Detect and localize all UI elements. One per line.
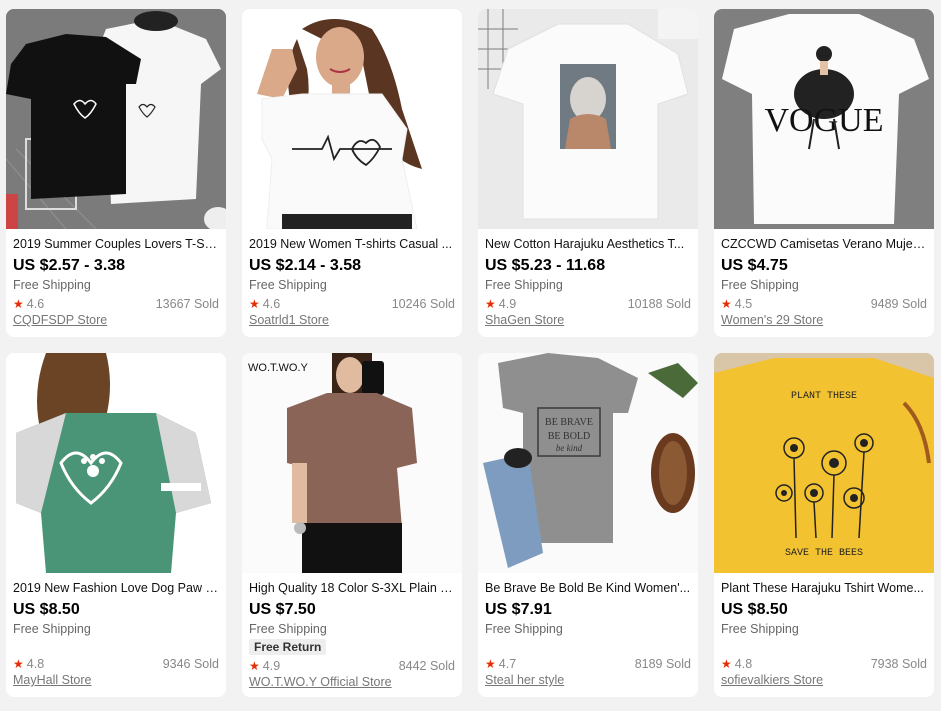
sold-count: 7938 Sold: [870, 657, 927, 671]
rating: ★ 4.8: [721, 657, 752, 671]
rating: ★ 4.9: [485, 297, 516, 311]
print-line-2: BE BOLD: [548, 431, 591, 442]
product-meta: ★ 4.9 8442 Sold: [249, 659, 455, 673]
rating: ★ 4.9: [249, 659, 280, 673]
product-meta: ★ 4.5 9489 Sold: [721, 297, 927, 311]
star-icon: ★: [13, 297, 24, 311]
rating: ★ 4.6: [249, 297, 280, 311]
product-price: US $5.23 - 11.68: [485, 257, 606, 274]
store-link[interactable]: ShaGen Store: [485, 313, 564, 327]
product-title[interactable]: 2019 Summer Couples Lovers T-Sh...: [13, 236, 219, 252]
product-meta: ★ 4.6 10246 Sold: [249, 297, 455, 311]
shipping-label: Free Shipping: [249, 622, 327, 636]
product-price: US $4.75: [721, 257, 788, 274]
product-image[interactable]: WO.T.WO.Y: [242, 353, 462, 573]
product-title[interactable]: High Quality 18 Color S-3XL Plain T...: [249, 580, 455, 596]
store-link[interactable]: Soatrld1 Store: [249, 313, 329, 327]
product-image[interactable]: PLANT THESE SAVE THE BEES: [714, 353, 934, 573]
rating-value: 4.9: [262, 659, 281, 673]
rating-value: 4.5: [734, 297, 753, 311]
rating-value: 4.8: [26, 657, 45, 671]
rating-value: 4.7: [498, 657, 517, 671]
star-icon: ★: [721, 297, 732, 311]
product-price: US $8.50: [13, 601, 80, 618]
vogue-text: VOGUE: [765, 102, 884, 139]
product-meta: ★ 4.6 13667 Sold: [13, 297, 219, 311]
product-grid: 2019 Summer Couples Lovers T-Sh... US $2…: [6, 9, 934, 697]
rating-value: 4.9: [498, 297, 517, 311]
product-card[interactable]: 2019 New Fashion Love Dog Paw P... US $8…: [6, 353, 226, 697]
product-title[interactable]: New Cotton Harajuku Aesthetics T...: [485, 236, 691, 252]
product-card[interactable]: PLANT THESE SAVE THE BEES Plant These Ha…: [714, 353, 934, 697]
product-meta: ★ 4.8 9346 Sold: [13, 657, 219, 671]
star-icon: ★: [721, 657, 732, 671]
product-image[interactable]: [242, 9, 462, 229]
shipping-label: Free Shipping: [13, 278, 91, 292]
sold-count: 9346 Sold: [162, 657, 219, 671]
print-top-text: PLANT THESE: [791, 391, 857, 402]
product-card[interactable]: 2019 Summer Couples Lovers T-Sh... US $2…: [6, 9, 226, 337]
print-line-3: be kind: [556, 443, 583, 453]
product-card[interactable]: New Cotton Harajuku Aesthetics T... US $…: [478, 9, 698, 337]
product-meta: ★ 4.8 7938 Sold: [721, 657, 927, 671]
store-link[interactable]: sofievalkiers Store: [721, 673, 823, 687]
store-link[interactable]: WO.T.WO.Y Official Store: [249, 675, 392, 689]
rating-value: 4.6: [262, 297, 281, 311]
product-image[interactable]: [6, 353, 226, 573]
product-card[interactable]: WO.T.WO.Y High Quality 18 Color S-3XL Pl…: [242, 353, 462, 697]
product-title[interactable]: Be Brave Be Bold Be Kind Women'...: [485, 580, 691, 596]
store-link[interactable]: Women's 29 Store: [721, 313, 823, 327]
product-card[interactable]: 2019 New Women T-shirts Casual ... US $2…: [242, 9, 462, 337]
rating: ★ 4.5: [721, 297, 752, 311]
product-meta: ★ 4.9 10188 Sold: [485, 297, 691, 311]
product-title[interactable]: CZCCWD Camisetas Verano Mujer ...: [721, 236, 927, 252]
shipping-label: Free Shipping: [485, 622, 563, 636]
brand-watermark: WO.T.WO.Y: [248, 362, 309, 374]
product-image[interactable]: [6, 9, 226, 229]
rating-value: 4.8: [734, 657, 753, 671]
store-link[interactable]: Steal her style: [485, 673, 564, 687]
shipping-label: Free Shipping: [249, 278, 327, 292]
rating-value: 4.6: [26, 297, 45, 311]
star-icon: ★: [13, 657, 24, 671]
star-icon: ★: [249, 659, 260, 673]
product-title[interactable]: Plant These Harajuku Tshirt Wome...: [721, 580, 927, 596]
sold-count: 13667 Sold: [155, 297, 219, 311]
product-title[interactable]: 2019 New Fashion Love Dog Paw P...: [13, 580, 219, 596]
sold-count: 10246 Sold: [391, 297, 455, 311]
star-icon: ★: [485, 657, 496, 671]
sold-count: 8189 Sold: [634, 657, 691, 671]
rating: ★ 4.8: [13, 657, 44, 671]
product-image[interactable]: [478, 9, 698, 229]
star-icon: ★: [485, 297, 496, 311]
product-card[interactable]: VOGUE CZCCWD Camisetas Verano Mujer ... …: [714, 9, 934, 337]
product-price: US $2.57 - 3.38: [13, 257, 126, 274]
product-price: US $7.50: [249, 601, 316, 618]
sold-count: 10188 Sold: [627, 297, 691, 311]
product-meta: ★ 4.7 8189 Sold: [485, 657, 691, 671]
store-link[interactable]: CQDFSDP Store: [13, 313, 107, 327]
shipping-label: Free Shipping: [721, 622, 799, 636]
store-link[interactable]: MayHall Store: [13, 673, 92, 687]
rating: ★ 4.6: [13, 297, 44, 311]
product-title[interactable]: 2019 New Women T-shirts Casual ...: [249, 236, 455, 252]
shipping-label: Free Shipping: [13, 622, 91, 636]
product-price: US $8.50: [721, 601, 788, 618]
product-image[interactable]: BE BRAVE BE BOLD be kind: [478, 353, 698, 573]
print-line-1: BE BRAVE: [545, 417, 593, 428]
sold-count: 8442 Sold: [398, 659, 455, 673]
rating: ★ 4.7: [485, 657, 516, 671]
star-icon: ★: [249, 297, 260, 311]
print-bottom-text: SAVE THE BEES: [785, 548, 863, 559]
product-price: US $7.91: [485, 601, 552, 618]
product-image[interactable]: VOGUE: [714, 9, 934, 229]
product-card[interactable]: BE BRAVE BE BOLD be kind Be Brave Be Bol…: [478, 353, 698, 697]
shipping-label: Free Shipping: [485, 278, 563, 292]
shipping-label: Free Shipping: [721, 278, 799, 292]
product-price: US $2.14 - 3.58: [249, 257, 362, 274]
sold-count: 9489 Sold: [870, 297, 927, 311]
free-return-badge: Free Return: [249, 639, 327, 655]
